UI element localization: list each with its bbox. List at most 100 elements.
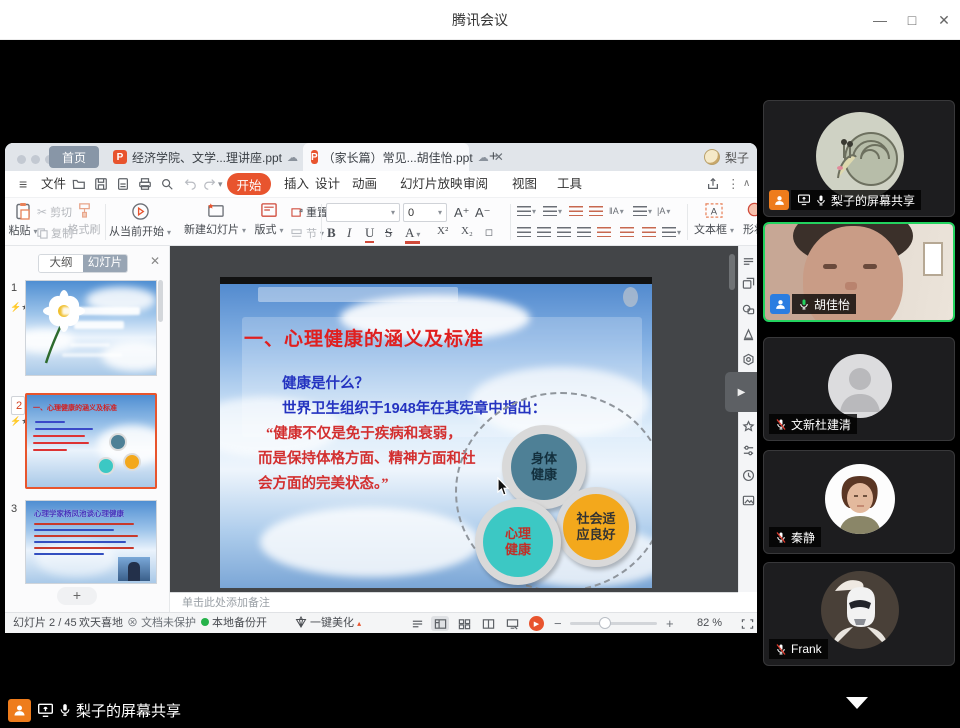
text-effect-icon[interactable] bbox=[741, 327, 756, 342]
tab-document-2-active[interactable]: P （家长篇）常见...胡佳怡.ppt ☁ ✕ bbox=[303, 143, 469, 171]
layout-button[interactable]: 版式 ▾ bbox=[251, 202, 287, 237]
notes-bar[interactable]: 单击此处添加备注 bbox=[170, 592, 738, 612]
font-color-button[interactable]: A▾ bbox=[405, 225, 420, 244]
section-button[interactable]: 节▾ bbox=[291, 224, 324, 242]
shape-button[interactable]: 形状 bbox=[739, 202, 757, 237]
zoom-out-button[interactable]: − bbox=[554, 613, 562, 633]
tab-document-1[interactable]: P 经济学院、文学...理讲座.ppt ☁ bbox=[105, 143, 316, 171]
increase-indent-button[interactable] bbox=[589, 206, 603, 217]
participant-tile-5[interactable]: Frank bbox=[763, 562, 955, 666]
slideshow-play-button[interactable]: ▶ bbox=[529, 616, 544, 631]
hamburger-icon[interactable]: ≡ bbox=[19, 171, 27, 197]
add-space-after-button[interactable] bbox=[642, 227, 656, 238]
tab-home[interactable]: 首页 bbox=[49, 146, 99, 168]
presenter-view-icon[interactable] bbox=[503, 616, 521, 631]
normal-view-icon[interactable] bbox=[431, 616, 449, 631]
account-chip[interactable]: 梨子 bbox=[704, 143, 749, 171]
new-tab-button[interactable]: + bbox=[489, 148, 498, 165]
bold-button[interactable]: B bbox=[327, 225, 336, 241]
tab-slides[interactable]: 幻灯片 bbox=[83, 255, 127, 272]
image-icon[interactable] bbox=[741, 493, 756, 508]
distribute-button[interactable] bbox=[597, 227, 611, 238]
duplicate-slide-icon[interactable] bbox=[741, 276, 756, 291]
zoom-slider-track[interactable] bbox=[570, 622, 657, 625]
more-dropdown-icon[interactable]: ▾ bbox=[218, 171, 223, 197]
menu-file[interactable]: 文件 bbox=[41, 171, 66, 197]
add-slide-button[interactable]: + bbox=[57, 587, 97, 605]
strip-menu-icon[interactable] bbox=[741, 254, 756, 269]
format-painter-button[interactable]: 格式刷 bbox=[67, 202, 101, 237]
slide-2-thumbnail-selected[interactable]: 一、心理健康的涵义及标准 bbox=[25, 393, 157, 489]
play-from-current-button[interactable]: 从当前开始 ▾ bbox=[111, 202, 169, 239]
underline-button[interactable]: U bbox=[365, 225, 374, 243]
minimize-button[interactable]: — bbox=[864, 0, 896, 40]
close-button[interactable]: ✕ bbox=[928, 0, 960, 40]
superscript-button[interactable]: X² bbox=[437, 225, 448, 237]
export-pdf-icon[interactable] bbox=[115, 176, 131, 192]
decrease-font-button[interactable]: A⁻ bbox=[475, 205, 491, 221]
theme-name[interactable]: 欢天喜地 bbox=[79, 613, 123, 633]
history-clock-icon[interactable] bbox=[741, 468, 756, 483]
share-icon[interactable] bbox=[705, 176, 721, 192]
shapes-icon[interactable] bbox=[741, 302, 756, 317]
menu-review[interactable]: 审阅 bbox=[463, 171, 488, 197]
clear-format-icon[interactable]: ◇ bbox=[481, 224, 497, 240]
align-center-button[interactable] bbox=[537, 227, 551, 238]
increase-font-button[interactable]: A⁺ bbox=[454, 205, 470, 221]
subscript-button[interactable]: X₂ bbox=[461, 225, 473, 237]
strikethrough-button[interactable]: S bbox=[385, 225, 392, 241]
menu-start-active[interactable]: 开始 bbox=[227, 173, 271, 195]
menu-tools[interactable]: 工具 bbox=[557, 171, 582, 197]
menu-view[interactable]: 视图 bbox=[512, 171, 537, 197]
justify-button[interactable] bbox=[577, 227, 591, 238]
panel-scrollbar[interactable] bbox=[158, 280, 163, 322]
open-folder-icon[interactable] bbox=[71, 176, 87, 192]
star-effects-icon[interactable] bbox=[741, 419, 756, 434]
add-space-before-button[interactable] bbox=[620, 227, 634, 238]
menu-animation[interactable]: 动画 bbox=[352, 171, 377, 197]
current-slide[interactable]: 一、心理健康的涵义及标准 健康是什么？ 世界卫生组织于1948年在其宪章中指出：… bbox=[220, 277, 652, 588]
local-backup-status[interactable]: 本地备份开 bbox=[201, 613, 267, 633]
italic-button[interactable]: I bbox=[347, 225, 351, 241]
collapse-ribbon-icon[interactable]: ∧ bbox=[743, 171, 750, 197]
decrease-indent-button[interactable] bbox=[569, 206, 583, 217]
zoom-in-button[interactable]: + bbox=[666, 613, 674, 633]
participant-tile-3[interactable]: 文新杜建清 bbox=[763, 337, 955, 441]
slide-sorter-icon[interactable] bbox=[455, 616, 473, 631]
participant-tile-4[interactable]: 秦静 bbox=[763, 450, 955, 554]
more-menu-icon[interactable]: ⋮ bbox=[727, 171, 740, 197]
fullscreen-icon[interactable] bbox=[738, 616, 756, 631]
doc-protect-status[interactable]: ⊗ 文档未保护 bbox=[127, 613, 196, 633]
bullet-list-button[interactable]: ▾ bbox=[517, 206, 536, 217]
undo-icon[interactable] bbox=[182, 176, 198, 192]
new-slide-button[interactable]: 新建幻灯片 ▾ bbox=[185, 202, 245, 237]
print-preview-icon[interactable] bbox=[159, 176, 175, 192]
menu-insert[interactable]: 插入 bbox=[284, 171, 309, 197]
print-icon[interactable] bbox=[137, 176, 153, 192]
slide-1-thumbnail[interactable] bbox=[25, 280, 157, 376]
text-direction-button[interactable]: ‖A▾ bbox=[609, 206, 624, 216]
font-family-select[interactable]: ▾ bbox=[326, 203, 400, 222]
paste-button[interactable]: 粘贴 ▾ bbox=[7, 202, 39, 238]
font-size-select[interactable]: 0▾ bbox=[403, 203, 447, 222]
strip-expand-handle[interactable]: ▶ bbox=[725, 372, 757, 412]
participant-tile-speaking[interactable]: 胡佳怡 bbox=[763, 222, 955, 322]
maximize-button[interactable]: □ bbox=[896, 0, 928, 40]
save-icon[interactable] bbox=[93, 176, 109, 192]
align-left-button[interactable] bbox=[517, 227, 531, 238]
numbered-list-button[interactable]: ▾ bbox=[543, 206, 562, 217]
notes-toggle-icon[interactable] bbox=[408, 616, 426, 631]
paragraph-border-button[interactable]: ▾ bbox=[633, 206, 652, 217]
zoom-slider-thumb[interactable] bbox=[599, 617, 611, 629]
reading-view-icon[interactable] bbox=[479, 616, 497, 631]
tab-outline[interactable]: 大纲 bbox=[39, 255, 83, 272]
reset-button[interactable]: 重置 bbox=[291, 203, 328, 221]
line-spacing-button[interactable]: |A▾ bbox=[657, 206, 670, 216]
redo-icon[interactable] bbox=[202, 176, 218, 192]
panel-close-icon[interactable]: ✕ bbox=[150, 254, 160, 268]
textbox-button[interactable]: A 文本框 ▾ bbox=[693, 202, 735, 237]
menu-design[interactable]: 设计 bbox=[315, 171, 340, 197]
settings-hexagon-icon[interactable] bbox=[741, 352, 756, 367]
slide-3-thumbnail[interactable]: 心理学家杨凤池谈心理健康 bbox=[25, 500, 157, 584]
beautify-button[interactable]: 一键美化 ▴ bbox=[295, 613, 361, 633]
